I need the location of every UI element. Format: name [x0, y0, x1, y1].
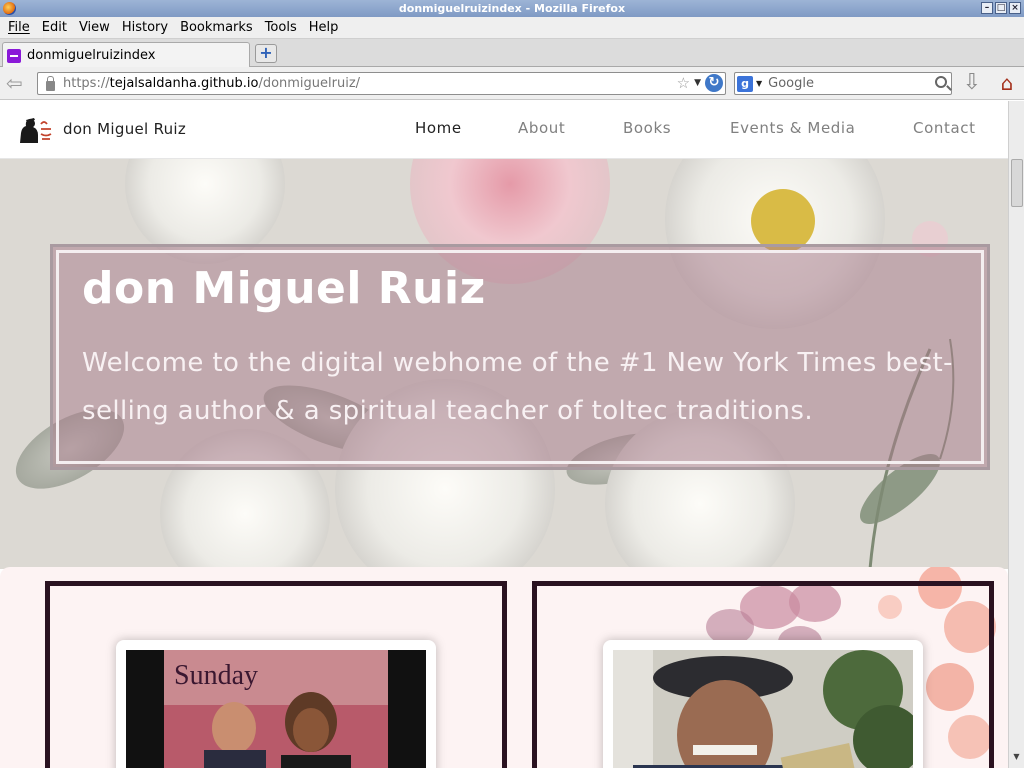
home-icon[interactable]: ⌂	[996, 72, 1018, 94]
close-icon[interactable]: ×	[1009, 2, 1021, 14]
menubar: File Edit View History Bookmarks Tools H…	[0, 17, 1024, 39]
hero-title: don Miguel Ruiz	[82, 263, 486, 314]
bookmark-star-icon[interactable]: ☆	[677, 74, 690, 92]
nav-books[interactable]: Books	[623, 119, 671, 137]
firefox-icon	[3, 2, 16, 15]
nav-contact[interactable]: Contact	[913, 119, 976, 137]
menu-tools[interactable]: Tools	[259, 20, 303, 35]
navigation-toolbar: ⇦ https://tejalsaldanha.github.io/donmig…	[0, 67, 1024, 100]
new-tab-button[interactable]: +	[255, 44, 277, 63]
vertical-scrollbar[interactable]: ▲ ▼	[1008, 101, 1024, 768]
url-domain: tejalsaldanha.github.io	[109, 76, 259, 91]
hero-subtitle: Welcome to the digital webhome of the #1…	[82, 348, 953, 426]
window-title: donmiguelruizindex - Mozilla Firefox	[398, 2, 626, 15]
scroll-thumb[interactable]	[1011, 159, 1023, 207]
tab-donmiguelruizindex[interactable]: donmiguelruizindex	[2, 42, 250, 68]
url-prefix: https://	[63, 76, 110, 91]
menu-view[interactable]: View	[73, 20, 116, 35]
download-arrow-icon[interactable]: ⇩	[962, 72, 982, 94]
site-favicon-icon	[7, 48, 21, 63]
search-bar[interactable]: g ▼ Google	[734, 72, 952, 95]
nav-about[interactable]: About	[518, 119, 565, 137]
page-viewport: don Miguel Ruiz Home About Books Events …	[0, 101, 1008, 768]
menu-help[interactable]: Help	[303, 20, 345, 35]
lock-icon	[46, 75, 55, 91]
menu-bookmarks[interactable]: Bookmarks	[174, 20, 259, 35]
hero-overlay-box: don Miguel Ruiz Welcome to the digital w…	[50, 244, 990, 470]
featured-card-left: Sunday	[45, 581, 507, 768]
tab-label: donmiguelruizindex	[27, 48, 156, 63]
url-path: /donmiguelruiz/	[258, 76, 361, 91]
search-icon[interactable]	[935, 76, 947, 88]
site-header: don Miguel Ruiz Home About Books Events …	[0, 101, 1008, 159]
photo-frame	[603, 640, 923, 768]
window-titlebar: donmiguelruizindex - Mozilla Firefox – □…	[0, 0, 1024, 17]
minimize-icon[interactable]: –	[981, 2, 993, 14]
search-engine-dropdown-icon[interactable]: ▼	[756, 79, 762, 88]
author-portrait-photo[interactable]	[613, 650, 913, 768]
reload-icon[interactable]: ↻	[705, 74, 723, 92]
photo-frame: Sunday	[116, 640, 436, 768]
url-tools: ☆ ▼ ↻	[677, 74, 723, 92]
search-input[interactable]: Google	[768, 76, 814, 91]
featured-section: Sunday	[0, 567, 1008, 768]
scroll-down-icon[interactable]: ▼	[1009, 752, 1024, 766]
nav-home[interactable]: Home	[415, 119, 462, 137]
window-controls: – □ ×	[981, 2, 1021, 14]
maximize-icon[interactable]: □	[995, 2, 1007, 14]
hero-section: don Miguel Ruiz Welcome to the digital w…	[0, 159, 1008, 569]
menu-history[interactable]: History	[116, 20, 174, 35]
photo-caption: Sunday	[174, 660, 258, 691]
search-engine-icon[interactable]: g	[737, 75, 753, 92]
back-arrow-icon[interactable]: ⇦	[6, 73, 28, 95]
nav-events-media[interactable]: Events & Media	[730, 119, 855, 137]
tab-strip: donmiguelruizindex	[0, 39, 1024, 68]
url-bar[interactable]: https://tejalsaldanha.github.io/donmigue…	[37, 72, 726, 95]
site-nav: Home About Books Events & Media Contact	[0, 119, 1008, 141]
menu-edit[interactable]: Edit	[36, 20, 73, 35]
oprah-interview-photo[interactable]: Sunday	[126, 650, 426, 768]
menu-file[interactable]: File	[2, 20, 36, 35]
history-dropdown-icon[interactable]: ▼	[694, 78, 701, 88]
featured-card-right	[532, 581, 994, 768]
